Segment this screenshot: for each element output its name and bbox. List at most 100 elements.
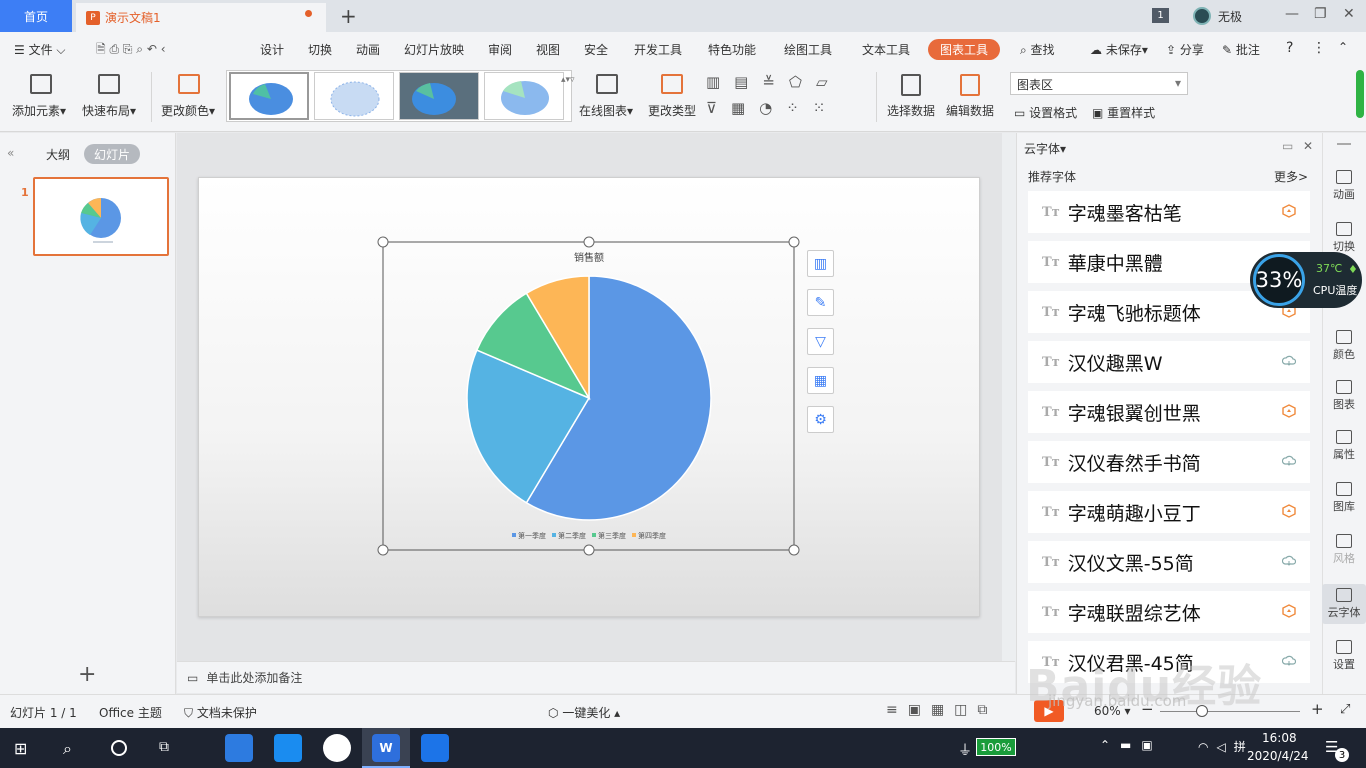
menu-item-10[interactable]: 文本工具 (862, 41, 910, 58)
chart-elements-button[interactable]: ▥ (807, 250, 834, 277)
battery-indicator[interactable]: 100% (976, 738, 1016, 756)
set-format-button[interactable]: ▭ 设置格式 (1014, 104, 1077, 121)
font-card[interactable]: Tт 字魂联盟综艺体 (1028, 591, 1310, 633)
avatar[interactable] (1193, 7, 1211, 25)
clock-date[interactable]: 2020/4/24 (1247, 749, 1309, 763)
iconbar-item-7[interactable]: 云字体 (1322, 584, 1366, 624)
menu-item-1[interactable]: 切换 (308, 41, 332, 58)
browser-icon[interactable] (323, 734, 351, 762)
iconbar-item-3[interactable]: 图表 (1322, 380, 1366, 412)
collapse-panel-icon[interactable]: « (7, 146, 14, 160)
menu-item-5[interactable]: 视图 (536, 41, 560, 58)
iconbar-item-4[interactable]: 属性 (1322, 430, 1366, 462)
slide-thumbnail[interactable] (33, 177, 169, 256)
tab-document[interactable]: P 演示文稿1 (76, 3, 326, 32)
chart-type-row-2-icons[interactable]: ⊽▦◔⁘⁙ (706, 99, 839, 117)
user-name[interactable]: 无极 (1218, 8, 1242, 25)
collapse-ribbon-icon[interactable]: ⌃ (1338, 40, 1348, 54)
clock-time[interactable]: 16:08 (1262, 731, 1297, 745)
drag-handle[interactable] (1337, 143, 1351, 145)
tab-chart-tools[interactable]: 图表工具 (928, 39, 1000, 60)
beautify-button[interactable]: ⬡ 一键美化 ▴ (548, 704, 620, 721)
tab-home[interactable]: 首页 (0, 0, 72, 32)
share-button[interactable]: ⇪ 分享 (1166, 41, 1204, 58)
tray-icons[interactable]: ⌃▬▣ (1100, 738, 1163, 752)
font-card[interactable]: Tт 字魂墨客枯笔 (1028, 191, 1310, 233)
add-element-button[interactable]: 添加元素▾ (12, 102, 66, 119)
chart-filter-button[interactable]: ▽ (807, 328, 834, 355)
online-chart-button[interactable]: 在线图表▾ (579, 102, 633, 119)
window-count-badge[interactable]: 1 (1152, 8, 1169, 23)
iconbar-item-5[interactable]: 图库 (1322, 482, 1366, 514)
theme-name[interactable]: Office 主题 (99, 704, 162, 721)
chart-layout-button[interactable]: ▦ (807, 367, 834, 394)
close-panel-icon[interactable]: ✕ (1303, 139, 1313, 153)
select-data-button[interactable]: 选择数据 (887, 102, 935, 119)
fit-window-icon[interactable]: ⤢ (1340, 702, 1350, 717)
iconbar-item-0[interactable]: 动画 (1322, 170, 1366, 202)
change-type-button[interactable]: 更改类型 (648, 102, 696, 119)
tab-slides[interactable]: 幻灯片 (84, 144, 140, 164)
pie-chart[interactable] (466, 275, 712, 521)
change-color-button[interactable]: 更改颜色▾ (161, 102, 215, 119)
quick-access-icons[interactable]: 🗎 ⎙ ⎘ ⌕ ↶ ‹ (96, 40, 166, 61)
chart-settings-button[interactable]: ⚙ (807, 406, 834, 433)
font-card[interactable]: Tт 汉仪文黑-55简 (1028, 541, 1310, 583)
canvas-scrollbar[interactable] (1002, 133, 1016, 661)
taskbar-search-icon[interactable]: ⌕ (63, 739, 72, 759)
zoom-in-icon[interactable]: + (1311, 700, 1324, 718)
help-icon[interactable]: ? (1286, 40, 1293, 56)
menu-item-8[interactable]: 特色功能 (708, 41, 756, 58)
restore-icon[interactable]: ❐ (1314, 6, 1327, 22)
comment-button[interactable]: ✎ 批注 (1222, 41, 1260, 58)
gallery-scroll-icon[interactable]: ▴▾▿ (561, 72, 575, 120)
phone-app-icon[interactable] (421, 734, 449, 762)
menu-item-4[interactable]: 审阅 (488, 41, 512, 58)
tab-outline[interactable]: 大纲 (46, 146, 70, 163)
quick-layout-button[interactable]: 快速布局▾ (82, 102, 136, 119)
minimize-icon[interactable]: — (1285, 6, 1299, 22)
pin-icon[interactable]: ▭ (1282, 139, 1293, 153)
task-view-icon[interactable]: ⧉ (159, 739, 169, 755)
chart-frame[interactable]: 销售额 第一季度 第二季度 第三季度 第四季度 (375, 236, 805, 558)
menu-item-6[interactable]: 安全 (584, 41, 608, 58)
iconbar-item-8[interactable]: 设置 (1322, 640, 1366, 672)
file-menu[interactable]: ☰ 文件 ⌵ (14, 41, 66, 58)
font-card[interactable]: Tт 字魂银翼创世黑 (1028, 391, 1310, 433)
chart-area-dropdown[interactable]: 图表区 ▾ (1010, 72, 1188, 95)
unsaved-button[interactable]: ☁ 未保存▾ (1090, 41, 1148, 58)
menu-item-7[interactable]: 开发工具 (634, 41, 682, 58)
edit-data-button[interactable]: 编辑数据 (946, 102, 994, 119)
menu-item-0[interactable]: 设计 (260, 41, 284, 58)
chart-style-4[interactable] (484, 72, 564, 120)
iconbar-item-6[interactable]: 风格 (1322, 534, 1366, 566)
menu-item-3[interactable]: 幻灯片放映 (404, 41, 464, 58)
chart-style-button[interactable]: ✎ (807, 289, 834, 316)
menu-item-9[interactable]: 绘图工具 (784, 41, 832, 58)
font-card[interactable]: Tт 汉仪趣黑W (1028, 341, 1310, 383)
menu-item-2[interactable]: 动画 (356, 41, 380, 58)
iconbar-item-1[interactable]: 切换 (1322, 222, 1366, 254)
app-icon-2[interactable] (274, 734, 302, 762)
cortana-icon[interactable] (111, 740, 127, 756)
new-tab-plus-icon[interactable]: + (340, 4, 357, 28)
view-mode-icons[interactable]: ≡▣▦◫⧉ (886, 702, 997, 718)
close-icon[interactable]: ✕ (1343, 6, 1355, 22)
protection-status[interactable]: ⛉ 文档未保护 (184, 704, 257, 721)
iconbar-item-2[interactable]: 颜色 (1322, 330, 1366, 362)
chart-style-1[interactable] (229, 72, 309, 120)
chart-style-2[interactable] (314, 72, 394, 120)
network-volume-icons[interactable]: ◠◁拼 (1198, 738, 1254, 755)
more-fonts-link[interactable]: 更多> (1274, 168, 1308, 185)
cloud-font-title[interactable]: 云字体▾ (1024, 140, 1066, 157)
search-button[interactable]: ⌕ 查找 (1020, 41, 1055, 58)
font-card[interactable]: Tт 汉仪春然手书简 (1028, 441, 1310, 483)
app-icon-1[interactable] (225, 734, 253, 762)
chart-type-row-1-icons[interactable]: ▥▤≚⬠▱ (706, 73, 842, 91)
notes-area[interactable]: ▭ 单击此处添加备注 (177, 661, 1015, 693)
reset-style-button[interactable]: ▣ 重置样式 (1092, 104, 1155, 121)
more-icon[interactable]: ⋮ (1312, 40, 1326, 56)
windows-start-icon[interactable]: ⊞ (14, 739, 27, 758)
chart-style-3[interactable] (399, 72, 479, 120)
add-slide-plus-icon[interactable]: + (78, 662, 96, 687)
